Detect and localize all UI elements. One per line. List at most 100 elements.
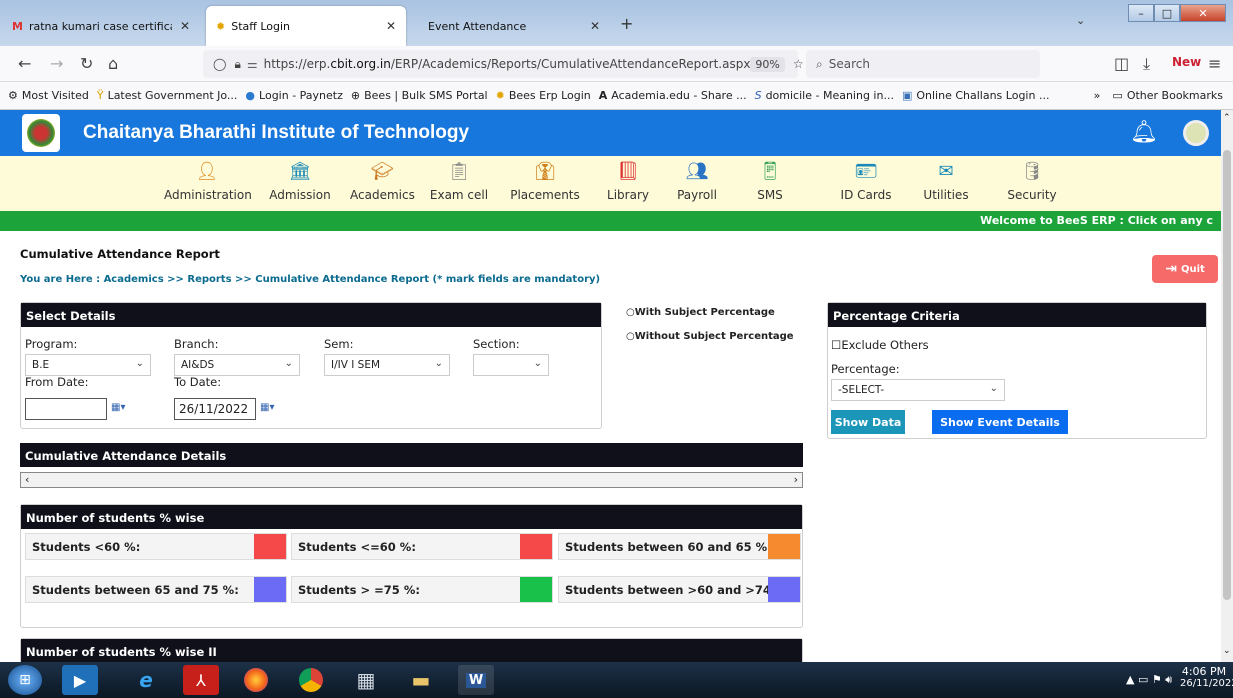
tray-icons[interactable]: ▲ ▭ ⚑ 🔊︎ <box>1126 673 1172 687</box>
other-bookmarks[interactable]: » ▭ Other Bookmarks <box>1094 89 1223 102</box>
taskbar-app[interactable] <box>238 665 274 695</box>
clock[interactable]: 4:06 PM 26/11/2022 <box>1180 665 1233 689</box>
tab-event-attendance[interactable]: Event Attendance ✕ <box>412 6 610 46</box>
taskbar-app[interactable]: e <box>128 665 164 695</box>
media-icon: ▶ <box>73 670 87 690</box>
tab-staff-login[interactable]: ✹ Staff Login ✕ <box>206 6 406 46</box>
taskbar-app[interactable]: ▬ <box>403 665 439 695</box>
start-button[interactable]: ⊞ <box>8 665 42 695</box>
horizontal-scrollbar[interactable]: ‹ › <box>20 472 803 488</box>
home-icon[interactable]: ⌂ <box>108 54 118 73</box>
radio-icon: ○ <box>626 307 635 318</box>
from-date-input[interactable] <box>25 398 107 420</box>
zoom-badge[interactable]: 90% <box>750 56 785 72</box>
close-icon[interactable]: ✕ <box>180 19 190 33</box>
taskbar-app[interactable]: ▶ <box>62 665 98 695</box>
bookmark-academia[interactable]: A Academia.edu - Share ... <box>599 89 747 102</box>
taskbar-app[interactable]: W <box>458 665 494 695</box>
calendar-icon[interactable]: ▦▾ <box>111 402 125 413</box>
scrollbar-thumb[interactable] <box>1223 150 1231 600</box>
back-arrow-icon[interactable]: ← <box>18 54 31 73</box>
stat-60-74: Students between >60 and >74 %: <box>558 576 801 603</box>
challan-icon: ▣ <box>901 89 913 102</box>
new-tab-button[interactable]: + <box>620 14 633 33</box>
bees-icon: ✹ <box>495 89 505 102</box>
calendar-icon[interactable]: ▦▾ <box>260 402 274 413</box>
scroll-down-icon[interactable]: ⌄ <box>1223 646 1231 656</box>
stat-label: Students <60 %: <box>32 540 141 554</box>
show-event-details-button[interactable]: Show Event Details <box>932 410 1068 434</box>
with-subject-radio[interactable]: ○With Subject Percentage <box>626 307 775 318</box>
menu-payroll[interactable]: 👥︎ Payroll <box>672 160 722 202</box>
menu-label: Administration <box>164 188 252 202</box>
forward-arrow-icon[interactable]: → <box>50 54 63 73</box>
section-select[interactable]: ⌄ <box>473 354 549 376</box>
admission-icon: 🏛︎ <box>288 161 312 182</box>
url-bar[interactable]: ◯ 🔒︎ ⚌ https://erp.cbit.org.in/ERP/Acade… <box>203 50 804 78</box>
program-select[interactable]: B.E ⌄ <box>25 354 151 376</box>
page-content: Chaitanya Bharathi Institute of Technolo… <box>0 110 1221 662</box>
menu-exam-cell[interactable]: 📋︎ Exam cell <box>428 160 490 202</box>
reload-icon[interactable]: ↻ <box>80 54 93 73</box>
marquee-text: Welcome to BeeS ERP : Click on any c <box>980 214 1213 227</box>
star-icon[interactable]: ☆ <box>793 57 804 71</box>
to-date-input[interactable]: 26/11/2022 <box>174 398 256 420</box>
clock-time: 4:06 PM <box>1181 665 1227 678</box>
percentage-select[interactable]: -SELECT- ⌄ <box>831 379 1005 401</box>
branch-select[interactable]: AI&DS ⌄ <box>174 354 300 376</box>
menu-security[interactable]: 🛢︎ Security <box>1000 160 1064 202</box>
bookmark-most-visited[interactable]: ⚙ Most Visited <box>8 89 89 102</box>
taskbar-app[interactable] <box>293 665 329 695</box>
close-window-button[interactable]: ✕ <box>1180 4 1226 22</box>
close-icon[interactable]: ✕ <box>386 19 396 33</box>
sem-select[interactable]: I/IV I SEM ⌄ <box>324 354 450 376</box>
scroll-right-icon[interactable]: › <box>794 473 798 486</box>
close-icon[interactable]: ✕ <box>590 19 600 33</box>
exclude-others-checkbox[interactable]: ☐Exclude Others <box>831 338 929 352</box>
minimize-button[interactable]: – <box>1128 4 1154 22</box>
stat-65-75: Students between 65 and 75 %: <box>25 576 287 603</box>
scroll-left-icon[interactable]: ‹ <box>25 473 29 486</box>
menu-placements[interactable]: 👔︎ Placements <box>508 160 582 202</box>
without-subject-radio[interactable]: ○Without Subject Percentage <box>626 331 794 342</box>
menu-admission[interactable]: 🏛︎ Admission <box>266 160 334 202</box>
bookmark-govt-jobs[interactable]: Ÿ Latest Government Jo... <box>97 89 238 102</box>
download-icon[interactable]: ⤓ <box>1143 54 1150 74</box>
menu-id-cards[interactable]: 🪪︎ ID Cards <box>836 160 896 202</box>
menu-library[interactable]: 📕︎ Library <box>604 160 652 202</box>
bookmark-challans[interactable]: ▣ Online Challans Login ... <box>902 89 1050 102</box>
menu-academics[interactable]: 🎓︎ Academics <box>350 160 415 202</box>
bookmark-label: Login - Paynetz <box>259 89 343 102</box>
tab-list-chevron-icon[interactable]: ⌄ <box>1076 14 1085 27</box>
menu-label: Academics <box>350 188 415 202</box>
clock-date: 26/11/2022 <box>1180 678 1233 689</box>
quit-button[interactable]: ⇥ Quit <box>1152 255 1218 283</box>
tab-gmail[interactable]: M ratna kumari case certificate - a ✕ <box>2 6 200 46</box>
bookmark-paynetz[interactable]: ● Login - Paynetz <box>245 89 342 102</box>
taskbar-app[interactable]: ▦ <box>348 665 384 695</box>
bookmark-domicile[interactable]: Sdomicile - Meaning in... <box>755 89 894 102</box>
stat-label: Students > =75 %: <box>298 583 420 597</box>
tab-label: ratna kumari case certificate - a <box>28 19 172 33</box>
taskbar-app[interactable]: ⅄ <box>183 665 219 695</box>
select-details-panel: Select Details Program: B.E ⌄ Branch: AI&… <box>20 302 602 429</box>
bookmark-bees-erp[interactable]: ✹ Bees Erp Login <box>496 89 591 102</box>
bookmark-bees-sms[interactable]: ⊕ Bees | Bulk SMS Portal <box>351 89 488 102</box>
avatar[interactable] <box>1183 120 1209 146</box>
search-input[interactable]: ⌕ Search <box>806 50 1040 78</box>
bell-icon[interactable]: 🔔︎ <box>1130 120 1158 145</box>
stat-swatch <box>254 534 286 559</box>
show-data-button[interactable]: Show Data <box>831 410 905 434</box>
menu-utilities[interactable]: ✉︎ Utilities <box>918 160 974 202</box>
menu-icon[interactable]: ≡ <box>1208 54 1221 73</box>
scroll-up-icon[interactable]: ⌃ <box>1223 113 1231 123</box>
vertical-scrollbar[interactable]: ⌃ ⌄ <box>1221 110 1233 662</box>
panel-heading: Number of students % wise II <box>21 639 802 662</box>
menu-administration[interactable]: 👤︎ Administration <box>164 160 252 202</box>
permissions-icon[interactable]: ⚌ <box>247 57 258 71</box>
new-extension-icon[interactable]: New <box>1172 55 1201 69</box>
menu-sms[interactable]: 📱︎ SMS <box>750 160 790 202</box>
from-date-label: From Date: <box>25 375 89 389</box>
pocket-icon[interactable]: ◫ <box>1114 54 1129 73</box>
maximize-button[interactable]: □ <box>1154 4 1180 22</box>
